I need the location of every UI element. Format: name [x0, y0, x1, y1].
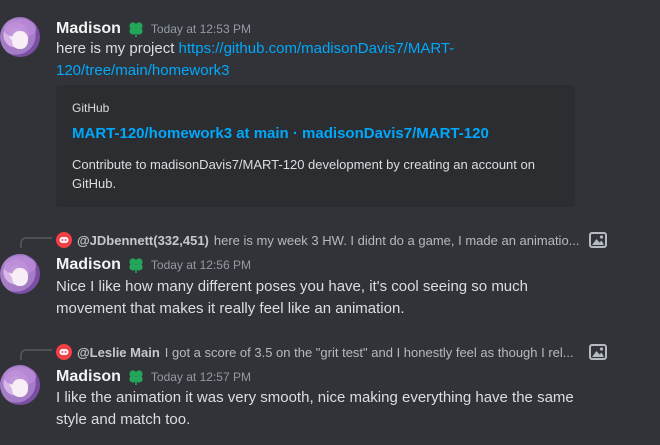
message-content: here is my project https://github.com/ma…: [56, 38, 616, 82]
reply-reference[interactable]: @Leslie Main I got a score of 3.5 on the…: [56, 343, 586, 361]
author-name[interactable]: Madison: [56, 20, 121, 38]
reply-reference[interactable]: @JDbennett(332,451) here is my week 3 HW…: [56, 231, 586, 249]
message-header: Madison Today at 12:57 PM: [56, 366, 251, 388]
message-header: Madison Today at 12:53 PM: [56, 18, 251, 40]
avatar[interactable]: [0, 254, 40, 294]
reply-author[interactable]: @Leslie Main: [77, 345, 160, 360]
message-text: here is my project: [56, 40, 179, 57]
clover-icon[interactable]: [127, 256, 145, 274]
reply-text[interactable]: I got a score of 3.5 on the "grit test" …: [165, 345, 586, 360]
image-icon[interactable]: [589, 232, 607, 248]
embed-provider[interactable]: GitHub: [72, 101, 109, 115]
clover-icon[interactable]: [127, 20, 145, 38]
discord-icon: [56, 344, 72, 360]
reply-text[interactable]: here is my week 3 HW. I didnt do a game,…: [214, 233, 586, 248]
discord-icon: [56, 232, 72, 248]
author-name[interactable]: Madison: [56, 256, 121, 274]
clover-icon[interactable]: [127, 368, 145, 386]
reply-connector: [20, 349, 52, 360]
message-text: Nice I like how many different poses you…: [56, 278, 528, 317]
project-link[interactable]: https://github.com/madisonDavis7/MART-: [179, 40, 455, 57]
timestamp[interactable]: Today at 12:56 PM: [151, 258, 251, 272]
embed-description: Contribute to madisonDavis7/MART-120 dev…: [72, 157, 535, 191]
message-header: Madison Today at 12:56 PM: [56, 254, 251, 276]
reply-connector: [20, 237, 52, 248]
reply-author[interactable]: @JDbennett(332,451): [77, 233, 209, 248]
message-text: I like the animation it was very smooth,…: [56, 389, 574, 428]
embed-title[interactable]: MART-120/homework3 at main · madisonDavi…: [72, 125, 489, 142]
project-link-continued[interactable]: 120/tree/main/homework3: [56, 62, 229, 79]
timestamp[interactable]: Today at 12:53 PM: [151, 22, 251, 36]
avatar[interactable]: [0, 17, 40, 57]
timestamp[interactable]: Today at 12:57 PM: [151, 370, 251, 384]
image-icon[interactable]: [589, 344, 607, 360]
author-name[interactable]: Madison: [56, 368, 121, 386]
avatar[interactable]: [0, 365, 40, 405]
link-embed: GitHub MART-120/homework3 at main · madi…: [56, 85, 575, 207]
